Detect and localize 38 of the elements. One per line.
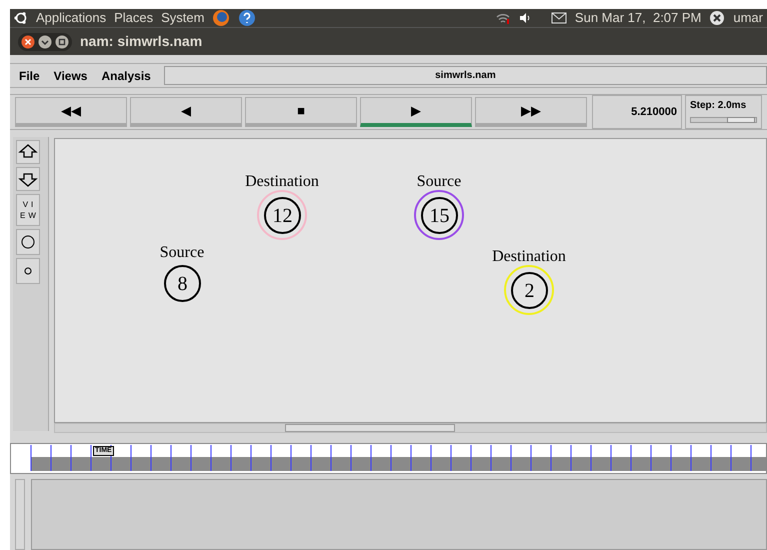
- close-session-icon[interactable]: [709, 10, 726, 26]
- window-title: nam: simwrls.nam: [80, 32, 202, 51]
- firefox-icon[interactable]: [212, 9, 230, 27]
- playback-button[interactable]: ▶: [360, 97, 472, 127]
- user-name[interactable]: umar: [733, 8, 763, 28]
- close-icon[interactable]: [21, 34, 35, 48]
- minimize-icon[interactable]: [38, 34, 52, 48]
- view-button[interactable]: VIEW: [16, 194, 40, 226]
- node-label: Source: [160, 243, 204, 263]
- maximize-icon[interactable]: [55, 34, 69, 48]
- panel-menu[interactable]: System: [161, 8, 204, 28]
- playback-button[interactable]: ◀◀: [15, 97, 127, 127]
- vertical-scrollbar[interactable]: [15, 479, 25, 550]
- menu-item[interactable]: File: [19, 66, 40, 84]
- playback-button[interactable]: ◀: [130, 97, 242, 127]
- step-label: Step: 2.0ms: [690, 99, 748, 113]
- network-node[interactable]: 15: [421, 197, 458, 234]
- wifi-icon[interactable]: [494, 11, 511, 25]
- panel-menu[interactable]: Places: [114, 8, 154, 28]
- network-node[interactable]: 2: [511, 272, 548, 309]
- playback-button[interactable]: ▶▶: [475, 97, 587, 127]
- menu-item[interactable]: Views: [54, 66, 88, 84]
- clock[interactable]: Sun Mar 17, 2:07 PM: [574, 8, 702, 28]
- speaker-icon[interactable]: [518, 12, 531, 24]
- network-node[interactable]: 8: [164, 265, 201, 302]
- panel-menu[interactable]: Applications: [36, 8, 106, 28]
- network-node[interactable]: 12: [264, 197, 301, 234]
- node-label: Destination: [492, 247, 566, 267]
- horizontal-scrollbar[interactable]: [54, 423, 767, 433]
- playback-button[interactable]: ■: [245, 97, 357, 127]
- file-name-field: simwrls.nam: [164, 66, 767, 85]
- node-label: Source: [416, 172, 462, 192]
- menu-item[interactable]: Analysis: [101, 66, 151, 84]
- help-icon[interactable]: [238, 9, 256, 27]
- mail-icon[interactable]: [550, 12, 567, 24]
- time-display: 5.210000: [592, 95, 682, 129]
- node-label: Destination: [245, 172, 319, 192]
- ubuntu-logo-icon[interactable]: [14, 11, 28, 25]
